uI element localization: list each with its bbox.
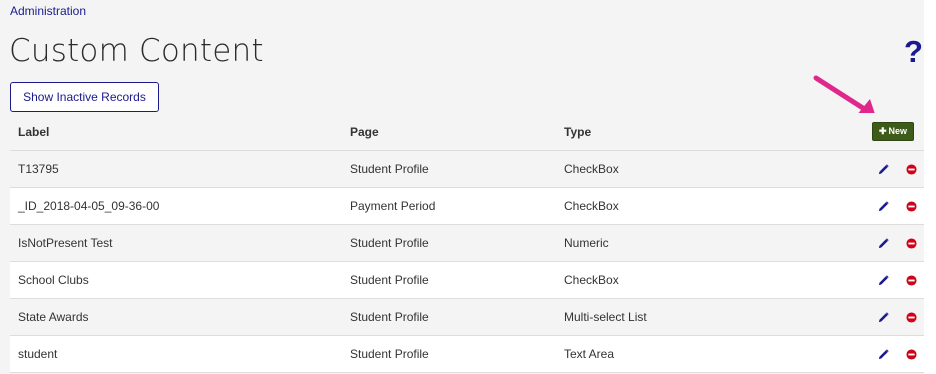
cell-page: Student Profile <box>342 298 556 336</box>
minus-circle-icon[interactable] <box>906 349 917 360</box>
cell-type: Numeric <box>556 224 864 262</box>
minus-circle-icon[interactable] <box>906 164 917 175</box>
cell-label: T13795 <box>10 150 342 188</box>
new-button[interactable]: ✚ New <box>872 122 915 141</box>
table-header-row: Label Page Type ✚ New <box>10 113 924 151</box>
table-row: T13795 Student Profile CheckBox <box>10 150 924 188</box>
table-row: student Student Profile Text Area <box>10 335 924 373</box>
table-body: T13795 Student Profile CheckBox _ID_2018… <box>10 150 924 373</box>
cell-type: CheckBox <box>556 187 864 225</box>
cell-page: Student Profile <box>342 261 556 299</box>
column-header-label: Label <box>10 113 342 151</box>
new-button-label: New <box>888 126 908 136</box>
cell-label: State Awards <box>10 298 342 336</box>
minus-circle-icon[interactable] <box>906 312 917 323</box>
page: Administration Custom Content ? Show Ina… <box>0 0 924 374</box>
cell-type: Multi-select List <box>556 298 864 336</box>
cell-actions <box>864 150 924 188</box>
page-title: Custom Content <box>9 33 264 69</box>
cell-label: student <box>10 335 342 373</box>
table-row: IsNotPresent Test Student Profile Numeri… <box>10 224 924 262</box>
breadcrumb-administration[interactable]: Administration <box>10 4 86 18</box>
cell-actions <box>864 335 924 373</box>
cell-page: Student Profile <box>342 335 556 373</box>
column-header-page: Page <box>342 113 556 151</box>
show-inactive-records-button[interactable]: Show Inactive Records <box>10 82 159 112</box>
pencil-icon[interactable] <box>878 238 889 249</box>
table-row: School Clubs Student Profile CheckBox <box>10 261 924 299</box>
cell-label: IsNotPresent Test <box>10 224 342 262</box>
plus-icon: ✚ <box>879 126 887 136</box>
cell-actions <box>864 224 924 262</box>
cell-label: School Clubs <box>10 261 342 299</box>
minus-circle-icon[interactable] <box>906 201 917 212</box>
pencil-icon[interactable] <box>878 201 889 212</box>
column-header-type: Type <box>556 113 864 151</box>
cell-actions <box>864 187 924 225</box>
question-icon[interactable]: ? <box>904 36 923 67</box>
cell-page: Student Profile <box>342 224 556 262</box>
cell-type: CheckBox <box>556 261 864 299</box>
table-row: State Awards Student Profile Multi-selec… <box>10 298 924 336</box>
cell-type: CheckBox <box>556 150 864 188</box>
cell-actions <box>864 298 924 336</box>
cell-page: Payment Period <box>342 187 556 225</box>
pencil-icon[interactable] <box>878 164 889 175</box>
cell-page: Student Profile <box>342 150 556 188</box>
cell-actions <box>864 261 924 299</box>
cell-label: _ID_2018-04-05_09-36-00 <box>10 187 342 225</box>
pencil-icon[interactable] <box>878 349 889 360</box>
minus-circle-icon[interactable] <box>906 238 917 249</box>
cell-type: Text Area <box>556 335 864 373</box>
pencil-icon[interactable] <box>878 275 889 286</box>
custom-content-table: Label Page Type ✚ New T13795 Student Prof… <box>10 113 924 373</box>
minus-circle-icon[interactable] <box>906 275 917 286</box>
column-header-actions: ✚ New <box>864 113 924 151</box>
pencil-icon[interactable] <box>878 312 889 323</box>
table-row: _ID_2018-04-05_09-36-00 Payment Period C… <box>10 187 924 225</box>
